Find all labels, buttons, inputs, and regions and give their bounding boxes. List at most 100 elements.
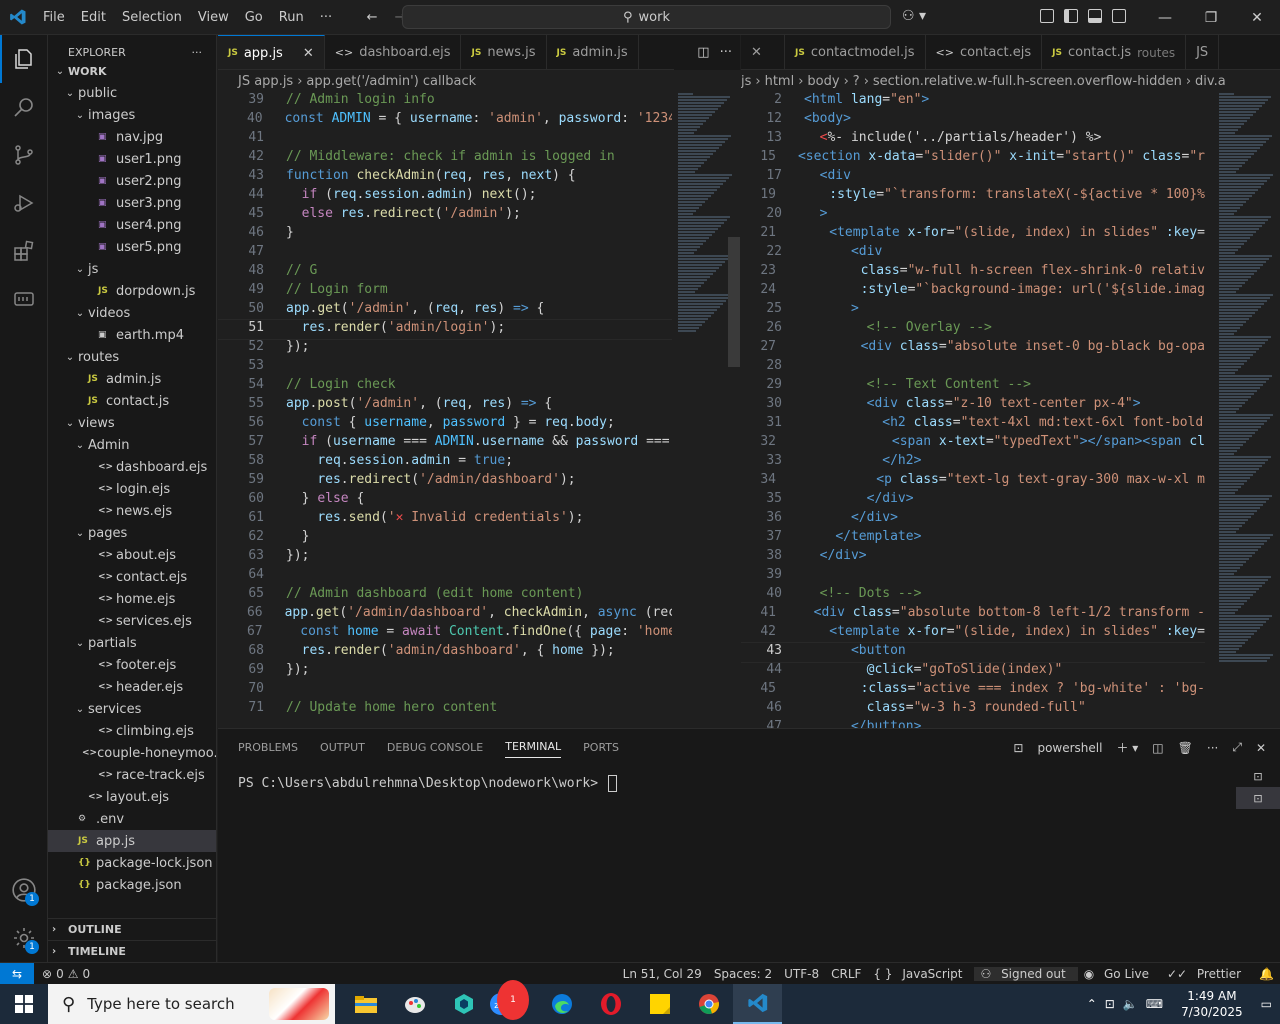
tree-item[interactable]: ⌄ partials [48, 632, 216, 654]
breadcrumb-item[interactable]: section.relative.w-full.h-screen.overflo… [873, 74, 1182, 89]
tree-item[interactable]: ⌄ WORK [48, 60, 216, 82]
timeline-section[interactable]: › TIMELINE [48, 940, 216, 962]
tree-item[interactable]: <> dashboard.ejs [48, 456, 216, 478]
tree-item[interactable]: ▣ user4.png [48, 214, 216, 236]
tree-item[interactable]: ▣ user2.png [48, 170, 216, 192]
menu-item[interactable]: Go [237, 10, 271, 25]
left-scrollbar[interactable] [728, 237, 740, 367]
encoding[interactable]: UTF-8 [778, 967, 825, 981]
tree-item[interactable]: <> news.ejs [48, 500, 216, 522]
explorer-icon[interactable] [0, 35, 48, 83]
tree-item[interactable]: <> race-track.ejs [48, 764, 216, 786]
menu-item[interactable]: Edit [73, 10, 114, 25]
search-icon[interactable] [0, 83, 48, 131]
end-of-line[interactable]: CRLF [825, 967, 867, 981]
left-minimap[interactable] [672, 92, 740, 728]
tree-item[interactable]: ⌄ views [48, 412, 216, 434]
editor-tab[interactable]: JS news.js [461, 35, 547, 69]
tree-item[interactable]: ⌄ js [48, 258, 216, 280]
editor-tab[interactable]: <> dashboard.ejs [325, 35, 462, 69]
tree-item[interactable]: <> footer.ejs [48, 654, 216, 676]
sticky-notes-app-icon[interactable] [635, 984, 684, 1024]
menu-item[interactable]: Selection [114, 10, 190, 25]
windows-start-icon[interactable] [0, 984, 48, 1024]
tree-item[interactable]: <> login.ejs [48, 478, 216, 500]
breadcrumb-item[interactable]: div.a [1195, 74, 1226, 89]
breadcrumb-item[interactable]: app.get('/admin') callback [306, 74, 476, 89]
notification-center-icon[interactable]: ▭ [1261, 997, 1280, 1011]
tree-item[interactable]: <> climbing.ejs [48, 720, 216, 742]
zoom-app-icon[interactable]: zm1 [488, 980, 537, 1024]
paint-app-icon[interactable] [390, 984, 439, 1024]
tree-item[interactable]: ⌄ public [48, 82, 216, 104]
tree-item[interactable]: <> couple-honeymoo... [48, 742, 216, 764]
tree-item[interactable]: <> about.ejs [48, 544, 216, 566]
tree-item[interactable]: {} package.json [48, 874, 216, 896]
close-panel-icon[interactable]: ✕ [1256, 741, 1266, 755]
breadcrumb-item[interactable]: body [807, 74, 839, 89]
toggle-secondary-sidebar-icon[interactable] [1112, 9, 1126, 23]
chrome-browser-icon[interactable] [684, 984, 733, 1024]
panel-more-icon[interactable]: ··· [1207, 741, 1218, 755]
terminal-output[interactable]: PS C:\Users\abdulrehmna\Desktop\nodework… [238, 775, 617, 792]
indentation[interactable]: Spaces: 2 [708, 967, 778, 981]
tree-item[interactable]: ⌄ services [48, 698, 216, 720]
editor-tab[interactable]: JS contactmodel.js [785, 35, 926, 69]
customize-layout-icon[interactable] [1040, 9, 1054, 23]
more-actions-icon[interactable]: ··· [192, 46, 203, 59]
edge-browser-icon[interactable] [537, 984, 586, 1024]
notifications-bell-icon[interactable]: 🔔 [1253, 967, 1280, 981]
toggle-sidebar-icon[interactable] [1064, 9, 1078, 23]
language-icon[interactable]: ⌨ [1146, 997, 1163, 1011]
opera-browser-icon[interactable] [586, 984, 635, 1024]
tree-item[interactable]: <> header.ejs [48, 676, 216, 698]
breadcrumb-item[interactable]: JS app.js [238, 74, 293, 89]
menu-item[interactable]: View [190, 10, 237, 25]
close-group-icon[interactable]: ✕ [741, 35, 785, 69]
left-code-editor[interactable]: 39// Admin login info 40 const ADMIN = { u… [218, 92, 676, 728]
editor-tab[interactable]: <> contact.ejs [926, 35, 1043, 69]
new-terminal-icon[interactable]: ＋ ▾ [1116, 739, 1138, 756]
maximize-panel-icon[interactable]: ⤢ [1232, 740, 1242, 755]
command-center-search[interactable]: ⚲ work [402, 5, 891, 29]
tree-item[interactable]: ▣ earth.mp4 [48, 324, 216, 346]
network-icon[interactable]: ⊡ [1105, 997, 1115, 1011]
tree-item[interactable]: <> home.ejs [48, 588, 216, 610]
tree-item[interactable]: ▣ user5.png [48, 236, 216, 258]
go-live-button[interactable]: ◉ Go Live [1078, 967, 1161, 981]
app-hexagon-icon[interactable] [439, 984, 488, 1024]
taskbar-search[interactable]: ⚲ Type here to search [48, 984, 335, 1024]
show-hidden-icons-icon[interactable]: ⌃ [1087, 997, 1097, 1011]
file-explorer-app-icon[interactable] [341, 984, 390, 1024]
kill-terminal-icon[interactable]: 🗑 [1178, 741, 1193, 755]
clock[interactable]: 1:49 AM 7/30/2025 [1171, 988, 1253, 1020]
tree-item[interactable]: ⌄ Admin [48, 434, 216, 456]
panel-tab[interactable]: PROBLEMS [238, 741, 298, 754]
right-minimap[interactable] [1207, 92, 1280, 728]
menu-item[interactable]: ··· [312, 10, 340, 25]
copilot-icon[interactable]: ⚇ ▾ [902, 8, 926, 24]
tree-item[interactable]: {} package-lock.json [48, 852, 216, 874]
split-editor-icon[interactable]: ◫ [697, 35, 709, 70]
terminal-shell-label[interactable]: powershell [1037, 741, 1102, 755]
menu-item[interactable]: Run [271, 10, 312, 25]
tree-item[interactable]: ⌄ routes [48, 346, 216, 368]
editor-tab[interactable]: JS contact.js routes [1042, 35, 1187, 69]
tree-item[interactable]: JS dorpdown.js [48, 280, 216, 302]
terminal-instance-1-icon[interactable]: ⊡ [1236, 765, 1280, 787]
menu-item[interactable]: File [35, 10, 73, 25]
manage-gear-icon[interactable]: 1 [0, 914, 48, 962]
language-mode[interactable]: { } JavaScript [867, 967, 974, 981]
tree-item[interactable]: <> contact.ejs [48, 566, 216, 588]
editor-more-icon[interactable]: ··· [720, 35, 732, 70]
account-status[interactable]: ⚇ Signed out [974, 967, 1078, 981]
editor-tab[interactable]: JS [1186, 35, 1220, 69]
editor-tab[interactable]: JS admin.js [547, 35, 639, 69]
remote-explorer-icon[interactable] [0, 275, 48, 323]
tree-item[interactable]: <> services.ejs [48, 610, 216, 632]
run-debug-icon[interactable] [0, 179, 48, 227]
accounts-icon[interactable]: 1 [0, 866, 48, 914]
panel-tab[interactable]: DEBUG CONSOLE [387, 741, 483, 754]
restore-button[interactable]: ❐ [1188, 0, 1234, 35]
tree-item[interactable]: JS app.js [48, 830, 216, 852]
